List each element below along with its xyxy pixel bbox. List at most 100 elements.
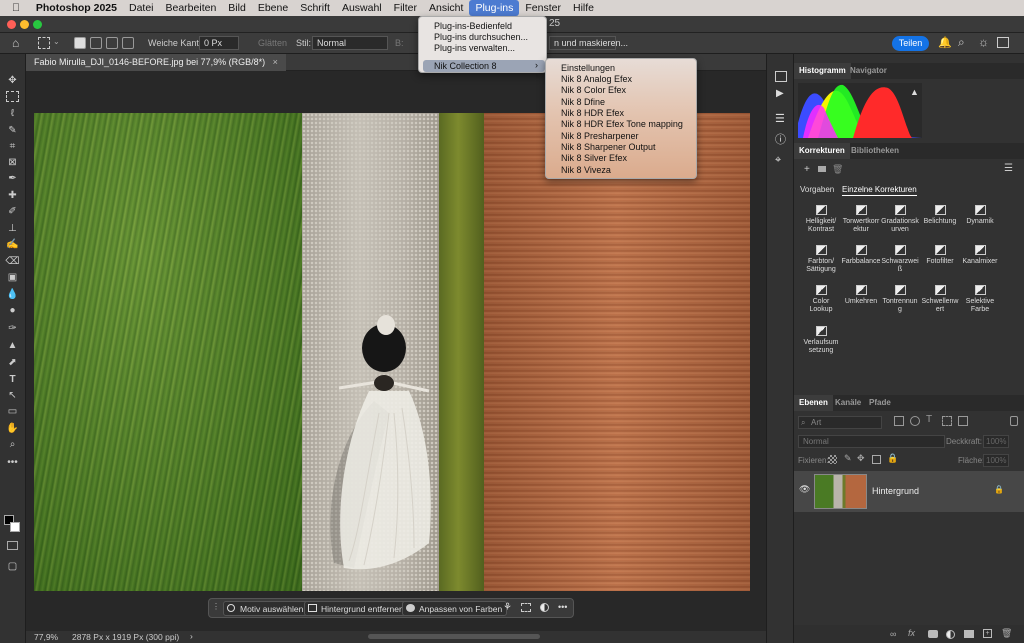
menu-schrift[interactable]: Schrift: [294, 0, 336, 16]
add-mask-icon[interactable]: [928, 630, 938, 638]
tab-kanaele[interactable]: Kanäle: [830, 395, 866, 411]
info-panel-icon[interactable]: ⓘ: [775, 131, 786, 147]
more-options-icon[interactable]: •••: [558, 602, 567, 612]
adjustment-button[interactable]: Schwarzwei ß: [880, 245, 920, 274]
remove-background-button[interactable]: Hintergrund entfernen: [304, 601, 409, 616]
menu-item-hdr-efex[interactable]: Nik 8 HDR Efex: [561, 108, 624, 118]
menu-item-analog-efex[interactable]: Nik 8 Analog Efex: [561, 74, 632, 84]
search-icon[interactable]: ⌕: [958, 35, 965, 50]
menu-item-presharpener[interactable]: Nik 8 Presharpener: [561, 131, 639, 141]
adjustment-button[interactable]: Gradationsk urven: [880, 205, 920, 234]
document-tab[interactable]: Fabio Mirulla_DJI_0146-BEFORE.jpg bei 77…: [26, 54, 286, 71]
tab-korrekturen[interactable]: Korrekturen: [794, 143, 850, 159]
adjustment-button[interactable]: Schwellenw ert: [920, 285, 960, 314]
filter-toggle-icon[interactable]: [1010, 416, 1018, 426]
lock-position-icon[interactable]: ✥: [857, 453, 865, 464]
intersect-selection-icon[interactable]: [122, 37, 134, 49]
fx-icon[interactable]: fx: [908, 628, 915, 638]
eraser-tool-icon[interactable]: ⌫: [5, 255, 20, 269]
menu-ansicht[interactable]: Ansicht: [423, 0, 469, 16]
adjustment-button[interactable]: Verlaufsum setzung: [801, 326, 841, 355]
new-selection-icon[interactable]: [74, 37, 86, 49]
folder-icon[interactable]: [818, 166, 826, 172]
glyphs-panel-icon[interactable]: ⌖: [775, 154, 781, 167]
stamp-tool-icon[interactable]: ⊥: [5, 222, 20, 236]
lock-transparent-icon[interactable]: [828, 455, 837, 464]
tab-bibliotheken[interactable]: Bibliotheken: [846, 143, 904, 159]
marquee-tool-icon[interactable]: [6, 91, 19, 102]
close-tab-icon[interactable]: ×: [273, 57, 278, 67]
minimize-window-button[interactable]: [20, 20, 29, 29]
opacity-input[interactable]: 100%: [983, 435, 1009, 448]
new-layer-icon[interactable]: +: [983, 629, 992, 638]
path-selection-icon[interactable]: ⬈: [5, 356, 20, 370]
menu-item-sharpener-output[interactable]: Nik 8 Sharpener Output: [561, 142, 656, 152]
adjustment-button[interactable]: Belichtung: [920, 205, 960, 226]
select-and-mask-button[interactable]: n und maskieren...: [549, 36, 628, 50]
antialias-checkbox[interactable]: Glätten: [258, 38, 287, 48]
maximize-window-button[interactable]: [33, 20, 42, 29]
document-image[interactable]: [34, 113, 750, 591]
gradient-tool-icon[interactable]: ▣: [5, 271, 20, 285]
type-tool-icon[interactable]: T: [5, 373, 20, 387]
menu-filter[interactable]: Filter: [388, 0, 423, 16]
visibility-eye-icon[interactable]: 👁: [799, 484, 810, 495]
rectangle-tool-icon[interactable]: ▭: [5, 405, 20, 419]
menu-item-nik-collection[interactable]: Nik Collection 8 ›: [423, 60, 545, 72]
layer-lock-icon[interactable]: 🔒: [994, 485, 1004, 494]
filter-smart-icon[interactable]: [958, 416, 968, 426]
feather-input[interactable]: 0 Px: [199, 36, 239, 50]
pen-tool-alt-icon[interactable]: ▲: [5, 339, 20, 353]
properties-panel-icon[interactable]: ☰: [775, 112, 785, 125]
background-color-swatch[interactable]: [10, 522, 20, 532]
warning-icon[interactable]: ▲: [910, 87, 919, 97]
menu-ebene[interactable]: Ebene: [252, 0, 294, 16]
bell-icon[interactable]: 🔔: [938, 36, 952, 49]
actions-play-icon[interactable]: ▶: [776, 88, 784, 99]
filter-adjustment-icon[interactable]: [910, 416, 920, 426]
menu-plug-ins[interactable]: Plug-ins: [469, 0, 520, 16]
pen-tool-icon[interactable]: ✑: [5, 322, 20, 336]
menu-item-silver-efex[interactable]: Nik 8 Silver Efex: [561, 153, 627, 163]
close-window-button[interactable]: [7, 20, 16, 29]
frame-tool-icon[interactable]: ⊠: [5, 156, 20, 170]
share-button[interactable]: Teilen: [892, 36, 929, 51]
lasso-tool-icon[interactable]: ℓ: [5, 107, 20, 121]
style-select[interactable]: Normal: [312, 36, 388, 50]
quick-selection-icon[interactable]: ✎: [5, 124, 20, 138]
adjustment-button[interactable]: Umkehren: [841, 285, 881, 306]
filter-pixel-icon[interactable]: [894, 416, 904, 426]
menu-item-hdr-tone-mapping[interactable]: Nik 8 HDR Efex Tone mapping: [561, 119, 683, 129]
blend-mode-select[interactable]: Normal: [798, 435, 945, 448]
adjustment-button[interactable]: Fotofilter: [920, 245, 960, 266]
adjustment-button[interactable]: Selektive Farbe: [960, 285, 1000, 314]
lightbulb-icon[interactable]: ☼: [978, 35, 989, 49]
direct-selection-icon[interactable]: ↖: [5, 389, 20, 403]
history-brush-icon[interactable]: ✍: [5, 238, 20, 252]
fill-input[interactable]: 100%: [983, 454, 1009, 467]
info-arrow-icon[interactable]: ›: [190, 631, 193, 641]
subtract-selection-icon[interactable]: [106, 37, 118, 49]
lock-all-icon[interactable]: 🔒: [887, 453, 898, 464]
chevron-down-icon[interactable]: ⌄: [53, 37, 60, 46]
invert-icon[interactable]: [540, 603, 549, 612]
lock-pixels-icon[interactable]: ✎: [844, 453, 852, 464]
add-selection-icon[interactable]: [90, 37, 102, 49]
layer-name[interactable]: Hintergrund: [872, 486, 919, 496]
menu-bild[interactable]: Bild: [222, 0, 252, 16]
tab-navigator[interactable]: Navigator: [845, 63, 892, 79]
menu-item-einstellungen[interactable]: Einstellungen: [561, 63, 615, 73]
adjustment-button[interactable]: Kanalmixer: [960, 245, 1000, 266]
filter-type-icon[interactable]: T: [926, 414, 932, 425]
add-adjustment-icon[interactable]: +: [804, 164, 810, 175]
adjust-colors-button[interactable]: Anpassen von Farben: [402, 601, 508, 616]
move-tool-icon[interactable]: ✥: [5, 74, 20, 88]
menu-item-viveza[interactable]: Nik 8 Viveza: [561, 165, 611, 175]
hand-tool-icon[interactable]: ✋: [5, 422, 20, 436]
history-panel-icon[interactable]: [775, 71, 787, 82]
trash-icon[interactable]: 🗑: [832, 164, 843, 175]
tab-pfade[interactable]: Pfade: [864, 395, 896, 411]
menu-item-dfine[interactable]: Nik 8 Dfine: [561, 97, 605, 107]
zoom-level[interactable]: 77,9%: [34, 632, 58, 642]
filter-shape-icon[interactable]: [942, 416, 952, 426]
